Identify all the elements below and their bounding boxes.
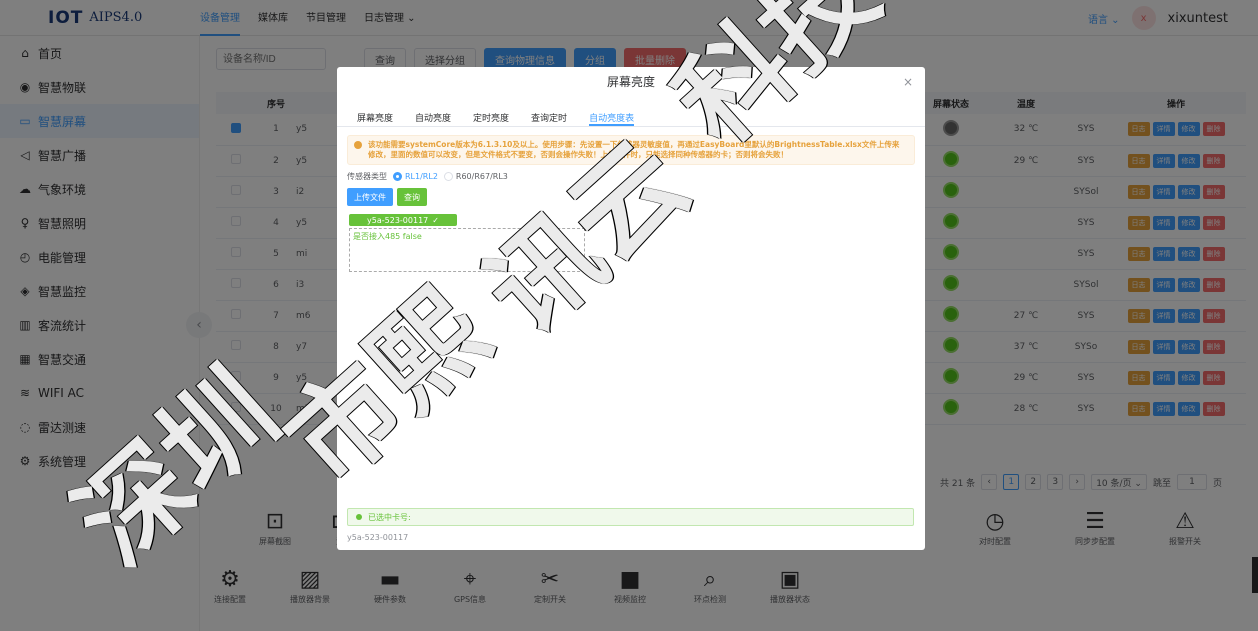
warning-alert: 该功能需要systemCore版本为6.1.3.10及以上。使用步骤：先设置一下… — [347, 135, 915, 165]
radio-checked-icon — [393, 172, 402, 181]
sensor-radio-rl1-rl2[interactable]: RL1/RL2 — [393, 172, 438, 181]
sensor-radio-r60[interactable]: R60/R67/RL3 — [443, 172, 508, 181]
dialog-title: 屏幕亮度 — [606, 75, 655, 89]
dialog-tabs: 屏幕亮度 自动亮度 定时亮度 查询定时 自动亮度表 — [337, 97, 925, 127]
selected-card-bar: 已选中卡号: — [347, 508, 914, 526]
check-icon: ✓ — [432, 215, 439, 225]
selected-card-value: y5a-523-00117 — [347, 533, 409, 542]
tab-auto-brightness-table[interactable]: 自动亮度表 — [589, 107, 635, 126]
selected-card-label: 已选中卡号: — [368, 512, 411, 522]
result-box: 是否接入485 false — [349, 228, 585, 272]
tab-auto-brightness[interactable]: 自动亮度 — [415, 107, 451, 126]
dialog-actions: 上传文件 查询 — [347, 188, 925, 206]
sensor-option-2-label: R60/R67/RL3 — [455, 172, 508, 181]
close-icon[interactable]: × — [903, 75, 913, 89]
tab-screen-brightness[interactable]: 屏幕亮度 — [357, 107, 393, 126]
tab-timed-brightness[interactable]: 定时亮度 — [473, 107, 509, 126]
tab-query-timing[interactable]: 查询定时 — [531, 107, 567, 126]
sensor-option-1-label: RL1/RL2 — [405, 172, 438, 181]
card-tag[interactable]: y5a-523-00117 ✓ — [349, 214, 457, 226]
brightness-dialog: 屏幕亮度 × 屏幕亮度 自动亮度 定时亮度 查询定时 自动亮度表 该功能需要sy… — [337, 67, 925, 550]
warning-text: 该功能需要systemCore版本为6.1.3.10及以上。使用步骤：先设置一下… — [368, 140, 900, 159]
dialog-query-button[interactable]: 查询 — [397, 188, 427, 206]
radio-unchecked-icon — [443, 172, 453, 181]
warning-icon — [354, 141, 362, 149]
card-tag-label: y5a-523-00117 — [367, 215, 429, 225]
upload-file-button[interactable]: 上传文件 — [347, 188, 393, 206]
success-dot-icon — [356, 514, 362, 520]
sensor-type-label: 传感器类型 — [347, 172, 387, 181]
sensor-type-group: 传感器类型 RL1/RL2 R60/R67/RL3 — [347, 171, 925, 182]
result-text: 是否接入485 false — [353, 232, 422, 241]
